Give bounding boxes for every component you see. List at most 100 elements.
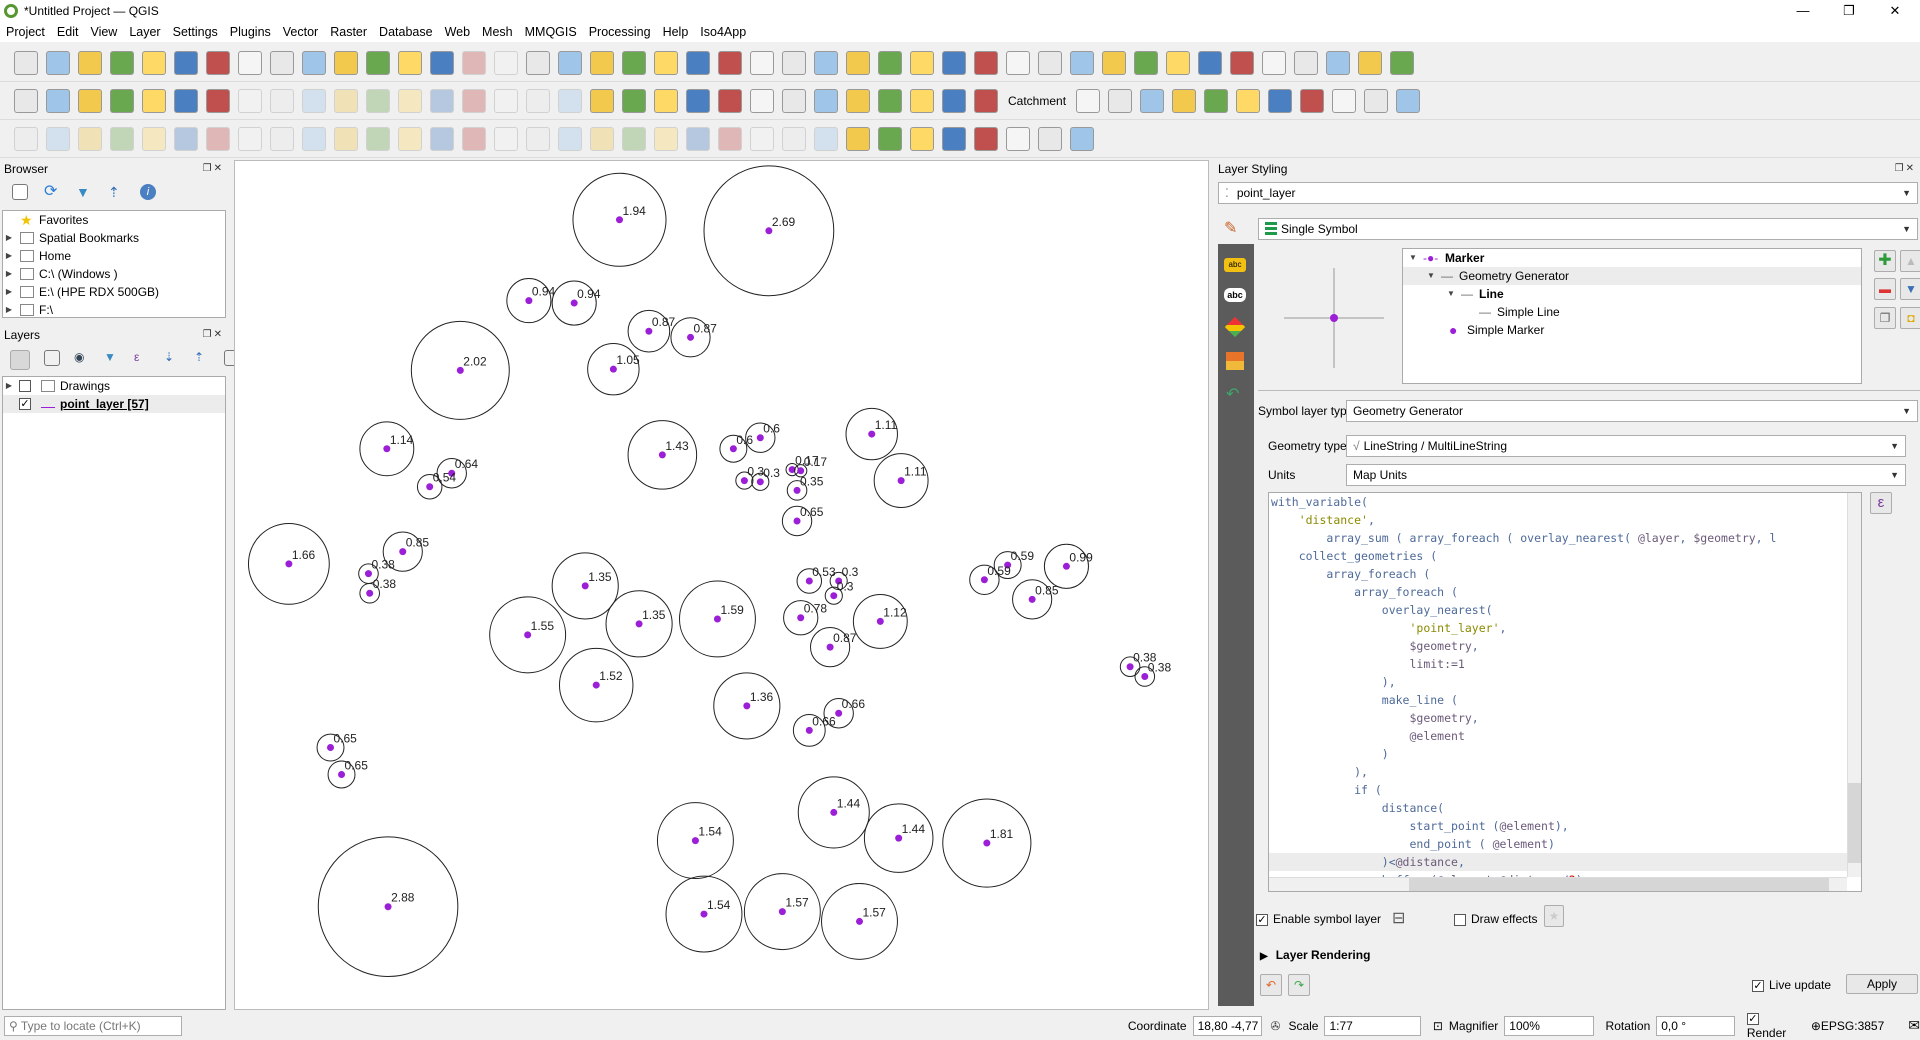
toolbar-tool-icon[interactable]	[782, 50, 806, 75]
menu-plugins[interactable]: Plugins	[230, 25, 271, 39]
map-feature[interactable]: 0.6	[719, 433, 753, 463]
map-feature[interactable]: 1.54	[656, 802, 734, 880]
map-feature[interactable]: 1.44	[797, 776, 870, 849]
toolbar-tool-icon[interactable]	[910, 126, 934, 151]
browser-item[interactable]: ▶ E:\ (HPE RDX 500GB)	[3, 283, 225, 301]
toolbar-tool-icon[interactable]	[494, 50, 518, 75]
toolbar-tool-icon[interactable]	[1358, 50, 1382, 75]
toolbar-tool-icon[interactable]	[78, 126, 102, 151]
add-symbol-layer-button[interactable]: ✚	[1874, 250, 1896, 272]
toolbar-tool-icon[interactable]	[590, 126, 614, 151]
move-up-button[interactable]: ▲	[1900, 250, 1920, 272]
map-feature[interactable]: 1.44	[863, 803, 934, 873]
symbology-brush-icon[interactable]: ✎	[1224, 218, 1248, 238]
history-tab-icon[interactable]: ↶	[1226, 384, 1244, 403]
filter-legend-icon[interactable]: ▼	[104, 350, 120, 366]
toolbar-tool-icon[interactable]	[686, 126, 710, 151]
map-feature[interactable]: 0.54	[416, 471, 456, 500]
toolbar-tool-icon[interactable]	[686, 88, 710, 113]
toolbar-tool-icon[interactable]	[398, 88, 422, 113]
toolbar-tool-icon[interactable]	[46, 50, 70, 75]
filter-icon[interactable]: ▼	[76, 184, 92, 200]
visibility-icon[interactable]: ◉	[74, 350, 90, 366]
toolbar-tool-icon[interactable]	[430, 88, 454, 113]
toolbar-tool-icon[interactable]	[1268, 88, 1293, 113]
toolbar-tool-icon[interactable]	[654, 50, 678, 75]
toolbar-tool-icon[interactable]	[526, 50, 550, 75]
toolbar-tool-icon[interactable]	[110, 50, 134, 75]
toolbar-tool-icon[interactable]	[14, 88, 38, 113]
browser-item[interactable]: ▶ Home	[3, 247, 225, 265]
toolbar-tool-icon[interactable]	[46, 88, 70, 113]
browser-item[interactable]: ▶ C:\ (Windows )	[3, 265, 225, 283]
redo-button[interactable]: ↷	[1288, 974, 1310, 996]
tree-item-simple-line[interactable]: — Simple Line	[1403, 303, 1861, 321]
toolbar-tool-icon[interactable]	[1390, 50, 1414, 75]
toolbar-tool-icon[interactable]	[270, 126, 294, 151]
toolbar-tool-icon[interactable]	[590, 50, 614, 75]
toolbar-tool-icon[interactable]	[1294, 50, 1318, 75]
menu-project[interactable]: Project	[6, 25, 45, 39]
layer-styling-icon[interactable]	[10, 350, 30, 370]
toolbar-tool-icon[interactable]	[750, 50, 774, 75]
magnifier-field[interactable]: 100%	[1504, 1015, 1594, 1036]
toolbar-tool-icon[interactable]	[910, 88, 934, 113]
map-feature[interactable]: 0.3	[824, 580, 854, 605]
menu-raster[interactable]: Raster	[330, 25, 367, 39]
map-feature[interactable]: 1.05	[587, 342, 640, 396]
layer-item[interactable]: ▶ Drawings	[3, 377, 225, 395]
menu-vector[interactable]: Vector	[283, 25, 318, 39]
map-feature[interactable]: 1.35	[605, 590, 673, 658]
toolbar-tool-icon[interactable]	[366, 88, 390, 113]
toolbar-tool-icon[interactable]	[110, 88, 134, 113]
toolbar-tool-icon[interactable]	[110, 126, 134, 151]
map-feature[interactable]: 1.52	[558, 647, 634, 723]
map-feature[interactable]: 1.11	[873, 453, 929, 509]
toolbar-tool-icon[interactable]	[878, 126, 902, 151]
toolbar-tool-icon[interactable]	[654, 88, 678, 113]
toolbar-tool-icon[interactable]	[334, 126, 358, 151]
toolbar-tool-icon[interactable]	[942, 50, 966, 75]
close-button[interactable]: ✕	[1872, 0, 1918, 22]
toolbar-tool-icon[interactable]	[430, 126, 454, 151]
renderer-select[interactable]: Single Symbol ▼	[1258, 218, 1918, 240]
labels-tab-icon[interactable]: abc	[1224, 258, 1246, 272]
apply-button[interactable]: Apply	[1846, 974, 1918, 994]
catchment-button[interactable]: Catchment	[1008, 94, 1066, 108]
map-feature[interactable]: 1.11	[845, 407, 898, 461]
refresh-icon[interactable]: ⟳	[44, 184, 60, 200]
browser-dock-buttons[interactable]: ❐✕	[203, 163, 224, 174]
map-feature[interactable]: 0.66	[792, 713, 836, 747]
scale-field[interactable]: 1:77	[1324, 1015, 1421, 1036]
toolbar-tool-icon[interactable]	[462, 88, 486, 113]
expand-all-icon[interactable]: ⇣	[164, 350, 180, 366]
toolbar-tool-icon[interactable]	[590, 88, 614, 113]
toolbar-tool-icon[interactable]	[1076, 88, 1101, 113]
expand-arrow-icon[interactable]: ▼	[1407, 249, 1419, 267]
toolbar-tool-icon[interactable]	[206, 126, 230, 151]
info-icon[interactable]: i	[140, 184, 156, 200]
layer-select[interactable]: ⁚ point_layer ▼	[1218, 182, 1918, 204]
toolbar-tool-icon[interactable]	[238, 50, 262, 75]
expression-editor[interactable]: with_variable( 'distance', array_sum ( a…	[1268, 492, 1862, 892]
rotation-field[interactable]: 0,0 °	[1656, 1015, 1735, 1036]
map-feature[interactable]: 0.59	[969, 564, 1011, 595]
toolbar-tool-icon[interactable]	[78, 50, 102, 75]
toolbar-tool-icon[interactable]	[366, 126, 390, 151]
menu-iso4app[interactable]: Iso4App	[700, 25, 746, 39]
layer-visibility-checkbox[interactable]: ✓	[19, 398, 31, 410]
toolbar-tool-icon[interactable]	[1102, 50, 1126, 75]
map-feature[interactable]: 1.35	[551, 552, 619, 620]
toolbar-tool-icon[interactable]	[974, 126, 998, 151]
menu-mmqgis[interactable]: MMQGIS	[525, 25, 577, 39]
map-feature[interactable]: 1.54	[665, 875, 743, 953]
toolbar-tool-icon[interactable]	[718, 126, 742, 151]
map-feature[interactable]: 2.88	[317, 836, 459, 978]
expand-arrow-icon[interactable]: ▼	[1445, 285, 1457, 303]
toolbar-tool-icon[interactable]	[366, 50, 390, 75]
duplicate-symbol-layer-button[interactable]: ❐	[1874, 307, 1896, 329]
toolbar-tool-icon[interactable]	[462, 50, 486, 75]
toolbar-tool-icon[interactable]	[238, 88, 262, 113]
draw-effects-checkbox[interactable]: Draw effects	[1454, 912, 1537, 926]
diagrams-tab-icon[interactable]	[1226, 352, 1244, 370]
